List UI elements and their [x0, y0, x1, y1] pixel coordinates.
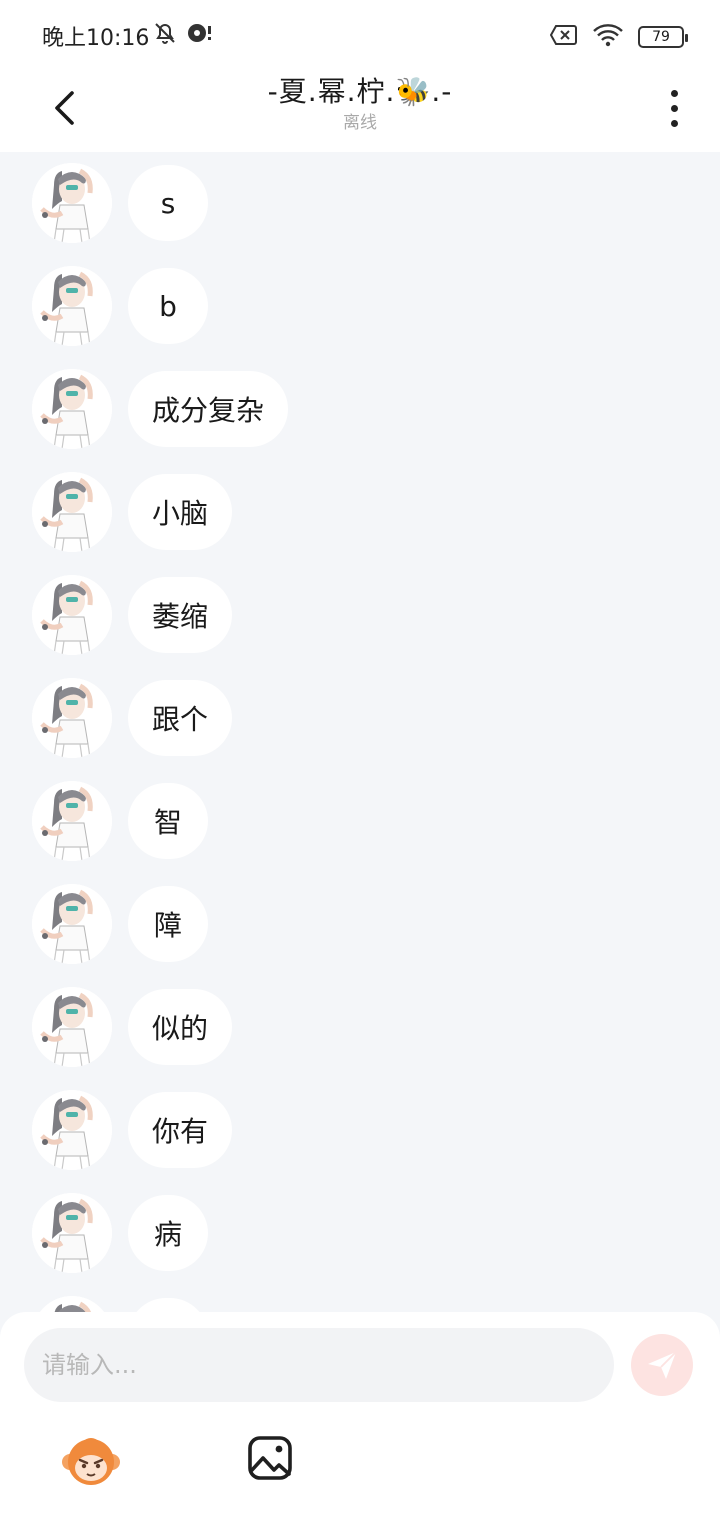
- message-bubble[interactable]: s: [128, 165, 208, 241]
- message-row: 萎缩: [32, 575, 233, 655]
- message-bubble[interactable]: b: [128, 268, 208, 344]
- message-bubble[interactable]: 成分复杂: [128, 371, 289, 447]
- message-bubble[interactable]: [128, 1298, 208, 1312]
- no-sim-icon: [549, 24, 578, 50]
- image-button[interactable]: [246, 1434, 294, 1482]
- message-row: 似的: [32, 987, 233, 1067]
- bell-off-icon: [152, 20, 178, 50]
- wifi-icon: [592, 22, 624, 52]
- message-bubble[interactable]: 似的: [128, 989, 233, 1065]
- sender-avatar[interactable]: [32, 987, 112, 1067]
- chat-header: -夏.幂.柠.🐝.- 离线: [0, 70, 720, 152]
- message-row: 小脑: [32, 472, 233, 552]
- message-bubble[interactable]: 萎缩: [128, 577, 233, 653]
- message-bubble[interactable]: 跟个: [128, 680, 233, 756]
- send-icon: [648, 1351, 677, 1379]
- message-bubble[interactable]: 障: [128, 886, 208, 962]
- sender-avatar[interactable]: [32, 163, 112, 243]
- message-bubble[interactable]: 智: [128, 783, 208, 859]
- message-row: 成分复杂: [32, 369, 289, 449]
- chat-title-block: -夏.幂.柠.🐝.- 离线: [160, 72, 560, 134]
- message-bubble[interactable]: 小脑: [128, 474, 233, 550]
- status-time: 晚上10:16: [42, 26, 150, 51]
- sticker-button[interactable]: [60, 1432, 122, 1488]
- send-button[interactable]: [631, 1334, 693, 1396]
- back-chevron-icon: [55, 91, 74, 125]
- sender-avatar[interactable]: [32, 369, 112, 449]
- message-row: 你有: [32, 1090, 233, 1170]
- battery-icon: 79: [638, 26, 688, 48]
- sender-avatar[interactable]: [32, 1193, 112, 1273]
- status-left-icons: [152, 20, 212, 50]
- image-icon: [248, 1436, 292, 1480]
- message-row: 跟个: [32, 678, 233, 758]
- sender-avatar[interactable]: [32, 1090, 112, 1170]
- status-bar: 晚上10:16 79: [0, 0, 720, 70]
- more-vertical-icon: [670, 89, 678, 97]
- sender-avatar[interactable]: [32, 266, 112, 346]
- back-button[interactable]: [40, 84, 88, 132]
- message-input[interactable]: [24, 1328, 614, 1402]
- message-row: s: [32, 163, 208, 243]
- composer-panel: [0, 1312, 720, 1520]
- sender-avatar[interactable]: [32, 1296, 112, 1312]
- sticker-icon: [62, 1438, 120, 1485]
- chat-title: -夏.幂.柠.🐝.-: [267, 75, 453, 108]
- status-right-icons: 79: [549, 22, 688, 52]
- sender-avatar[interactable]: [32, 781, 112, 861]
- message-row: 病: [32, 1193, 208, 1273]
- message-row: 障: [32, 884, 208, 964]
- sender-avatar[interactable]: [32, 884, 112, 964]
- more-options-button[interactable]: [658, 84, 690, 132]
- sender-avatar[interactable]: [32, 472, 112, 552]
- sender-avatar[interactable]: [32, 575, 112, 655]
- message-list[interactable]: s b 成分复杂 小脑 萎缩 跟个 智 障 似的 你有 病: [0, 152, 720, 1312]
- message-row: 智: [32, 781, 208, 861]
- message-bubble[interactable]: 病: [128, 1195, 208, 1271]
- message-row: b: [32, 266, 208, 346]
- chat-status: 离线: [343, 113, 377, 133]
- sender-avatar[interactable]: [32, 678, 112, 758]
- message-row: [32, 1296, 208, 1312]
- notification-icon: [186, 20, 212, 50]
- message-bubble[interactable]: 你有: [128, 1092, 233, 1168]
